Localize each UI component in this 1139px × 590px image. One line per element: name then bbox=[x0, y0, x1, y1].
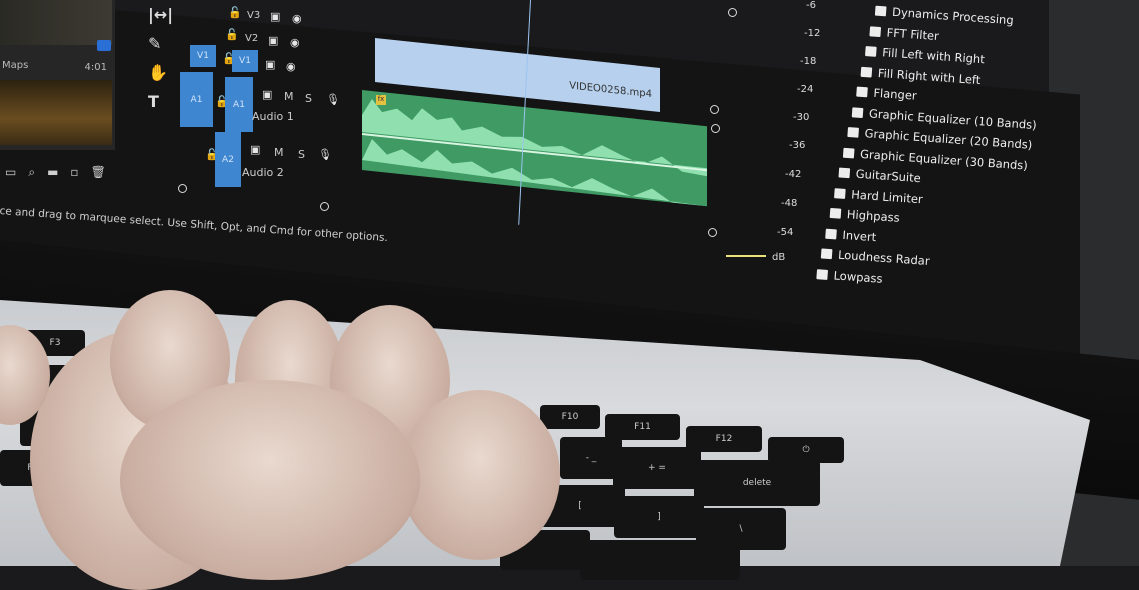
toggle-sync-icon[interactable]: ▣ bbox=[268, 34, 278, 47]
type-icon[interactable]: T bbox=[148, 92, 173, 111]
mute-button[interactable]: M bbox=[284, 90, 294, 103]
source-patch-v1[interactable]: V1 bbox=[190, 45, 216, 67]
new-bin-icon[interactable]: ▭ bbox=[5, 165, 16, 180]
toggle-sync-icon[interactable]: ▣ bbox=[250, 143, 260, 156]
key-f10[interactable]: F10 bbox=[540, 405, 600, 429]
effect-icon bbox=[874, 5, 887, 17]
search-icon[interactable]: ⌕ bbox=[28, 165, 35, 180]
meter-tick: -12 bbox=[804, 28, 821, 39]
scroll-handle[interactable] bbox=[710, 105, 719, 114]
meter-tick: -48 bbox=[781, 198, 798, 209]
pen-icon[interactable]: ✎ bbox=[148, 34, 173, 53]
finger bbox=[400, 390, 560, 560]
toggle-sync-icon[interactable]: ▣ bbox=[265, 58, 275, 71]
track-label-audio2: Audio 2 bbox=[242, 166, 284, 179]
fx-badge-icon: fx bbox=[376, 95, 386, 105]
meter-tick: -42 bbox=[785, 169, 802, 180]
clip-thumbnail-2[interactable] bbox=[0, 80, 112, 145]
sequence-badge-icon bbox=[97, 40, 111, 51]
effect-icon bbox=[816, 268, 829, 280]
eye-icon[interactable]: ◉ bbox=[286, 60, 296, 73]
lock-icon[interactable]: 🔓 bbox=[225, 28, 239, 41]
solo-button[interactable]: S bbox=[305, 92, 312, 105]
eye-icon[interactable]: ◉ bbox=[290, 36, 300, 49]
key-return[interactable] bbox=[580, 540, 740, 580]
meter-tick: -18 bbox=[800, 56, 817, 67]
meter-tick: -24 bbox=[797, 84, 814, 95]
meter-tick: -6 bbox=[806, 0, 816, 11]
track-name-v3: V3 bbox=[247, 10, 261, 21]
microphone-icon[interactable]: 🎙 bbox=[318, 148, 332, 161]
effect-icon bbox=[860, 66, 873, 78]
scroll-handle[interactable] bbox=[711, 124, 720, 133]
effects-list: Dynamics Processing FFT Filter Fill Left… bbox=[816, 0, 1045, 299]
clip-label: Maps bbox=[2, 60, 29, 71]
toggle-sync-icon[interactable]: ▣ bbox=[262, 88, 272, 101]
bin-toolbar: ▭ ⌕ ▬ ▫ 🗑 bbox=[5, 165, 106, 180]
scroll-handle[interactable] bbox=[708, 228, 717, 237]
effect-icon bbox=[847, 127, 859, 139]
meter-tick: -30 bbox=[793, 112, 810, 123]
toggle-sync-icon[interactable]: ▣ bbox=[270, 10, 280, 23]
track-target-v1[interactable]: V1 bbox=[232, 50, 258, 72]
effect-icon bbox=[829, 208, 842, 219]
effect-icon bbox=[825, 228, 837, 240]
scroll-handle[interactable] bbox=[178, 184, 187, 193]
effect-icon bbox=[856, 86, 868, 98]
source-patch-a1[interactable]: A1 bbox=[180, 72, 213, 127]
track-target-a2[interactable]: A2 bbox=[215, 132, 241, 187]
folder-icon[interactable]: ▬ bbox=[47, 165, 58, 180]
clip-thumbnail[interactable] bbox=[0, 0, 112, 45]
mute-button[interactable]: M bbox=[274, 146, 284, 159]
effect-icon bbox=[865, 46, 877, 58]
effect-icon bbox=[842, 147, 855, 159]
track-target-a1[interactable]: A1 bbox=[225, 77, 253, 132]
meter-unit: dB bbox=[772, 252, 786, 263]
effect-icon bbox=[851, 107, 864, 118]
ripple-edit-icon[interactable]: |↔| bbox=[148, 5, 173, 24]
solo-button[interactable]: S bbox=[298, 148, 305, 161]
track-name-v2: V2 bbox=[245, 33, 259, 44]
new-item-icon[interactable]: ▫ bbox=[70, 165, 78, 180]
video-clip-name: VIDEO0258.mp4 bbox=[569, 80, 652, 101]
scroll-handle[interactable] bbox=[728, 8, 737, 17]
key-equals[interactable]: + = bbox=[613, 447, 701, 489]
key-bracket-right[interactable]: ] bbox=[614, 496, 704, 538]
eye-icon[interactable]: ◉ bbox=[292, 12, 302, 25]
track-label-audio1: Audio 1 bbox=[252, 110, 294, 123]
effect-icon bbox=[834, 187, 846, 199]
lock-icon[interactable]: 🔓 bbox=[228, 6, 242, 19]
meter-tick: -36 bbox=[789, 140, 806, 151]
hand-back bbox=[120, 380, 420, 580]
key-delete[interactable]: delete bbox=[694, 460, 820, 506]
trash-icon[interactable]: 🗑 bbox=[91, 165, 106, 180]
tools-panel: |↔| ✎ ✋ T bbox=[148, 5, 173, 111]
hand-icon[interactable]: ✋ bbox=[148, 63, 173, 82]
project-panel: Maps 4:01 bbox=[0, 0, 115, 150]
meter-level bbox=[726, 255, 766, 257]
effect-icon bbox=[820, 248, 833, 260]
effect-icon bbox=[869, 26, 882, 37]
clip-duration: 4:01 bbox=[84, 62, 107, 73]
effect-icon bbox=[838, 167, 851, 179]
meter-tick: -54 bbox=[777, 227, 794, 238]
microphone-icon[interactable]: 🎙 bbox=[326, 93, 340, 106]
scroll-handle[interactable] bbox=[320, 202, 329, 211]
